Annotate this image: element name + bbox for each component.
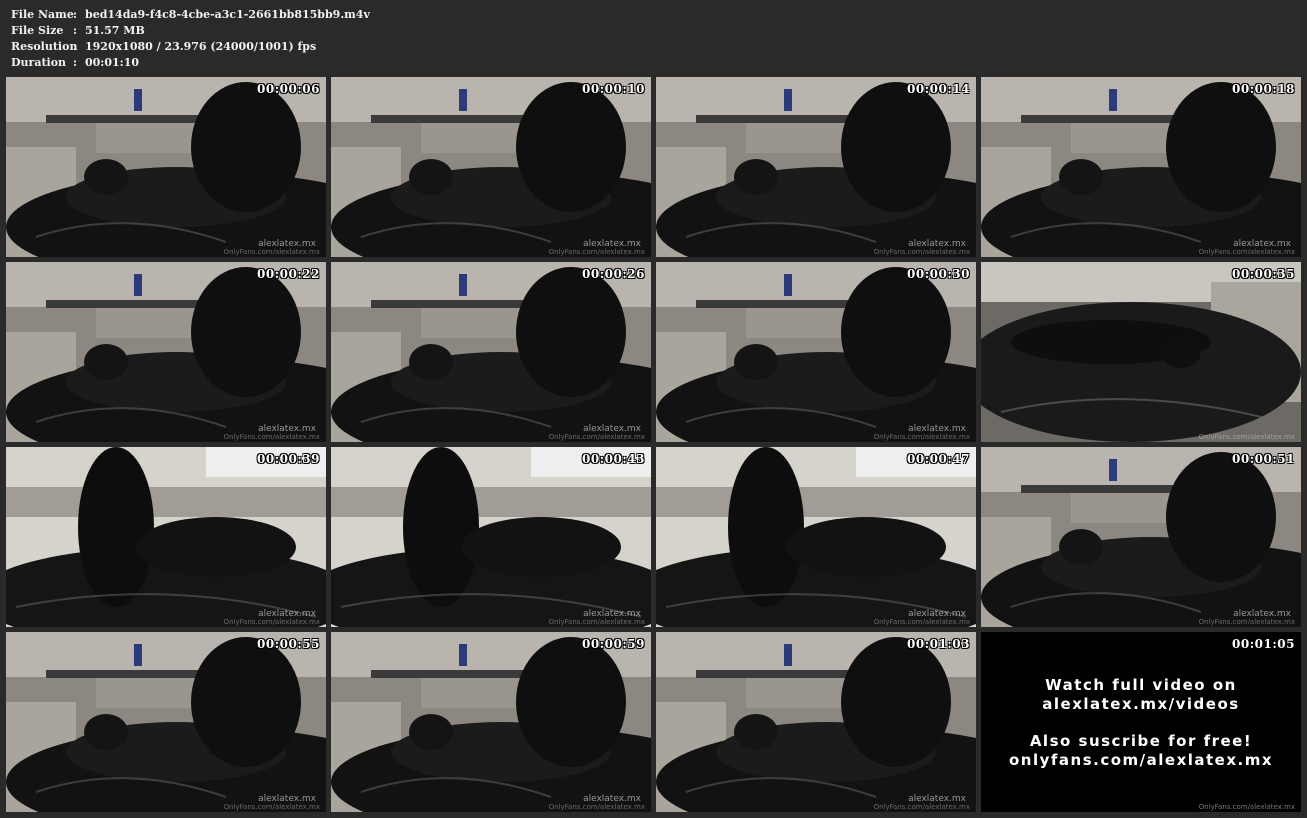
thumbnail-timestamp: 00:00:26 xyxy=(582,267,645,281)
frame-image xyxy=(6,447,326,627)
thumbnail-timestamp: 00:00:06 xyxy=(257,82,320,96)
thumbnail-timestamp: 00:00:22 xyxy=(257,267,320,281)
frame-image xyxy=(331,77,651,257)
video-thumbnail: 00:00:26 alexlatex.mx OnlyFans.com/alexlat… xyxy=(331,262,651,442)
watermark-url: OnlyFans.com/alexlatex.mx xyxy=(223,803,320,811)
watermark-url: OnlyFans.com/alexlatex.mx xyxy=(873,618,970,626)
frame-image xyxy=(331,447,651,627)
watermark-url: OnlyFans.com/alexlatex.mx xyxy=(548,433,645,441)
watermark-url: OnlyFans.com/alexlatex.mx xyxy=(223,433,320,441)
thumbnail-grid: 00:00:06 alexlatex.mx OnlyFans.com/alexlat… xyxy=(6,77,1302,813)
info-key: File Size xyxy=(11,24,64,37)
video-thumbnail: 00:00:30 alexlatex.mx OnlyFans.com/alexlat… xyxy=(656,262,976,442)
watermark-url: OnlyFans.com/alexlatex.mx xyxy=(548,803,645,811)
watermark-url: OnlyFans.com/alexlatex.mx xyxy=(1198,618,1295,626)
frame-image xyxy=(6,262,326,442)
frame-image xyxy=(331,262,651,442)
watermark-url: OnlyFans.com/alexlatex.mx xyxy=(548,248,645,256)
promo-line-watch: Watch full video on xyxy=(1045,676,1237,694)
thumbnail-timestamp: 00:00:30 xyxy=(907,267,970,281)
thumbnail-timestamp: 00:01:03 xyxy=(907,637,970,651)
info-separator: : xyxy=(73,8,78,21)
frame-image xyxy=(6,632,326,812)
promo-line-videos-url: alexlatex.mx/videos xyxy=(1042,695,1240,713)
video-thumbnail: 00:00:14 alexlatex.mx OnlyFans.com/alexlat… xyxy=(656,77,976,257)
watermark-url: OnlyFans.com/alexlatex.mx xyxy=(873,803,970,811)
frame-image xyxy=(656,262,976,442)
frame-image xyxy=(656,632,976,812)
thumbnail-timestamp: 00:00:10 xyxy=(582,82,645,96)
frame-image xyxy=(981,77,1301,257)
info-value: 1920x1080 / 23.976 (24000/1001) fps xyxy=(85,40,317,53)
thumbnail-timestamp: 00:00:43 xyxy=(582,452,645,466)
thumbnail-timestamp: 00:00:18 xyxy=(1232,82,1295,96)
thumbnail-timestamp: 00:00:14 xyxy=(907,82,970,96)
info-row-file-size: File Size : 51.57 MB xyxy=(11,23,370,39)
video-thumbnail: 00:00:22 alexlatex.mx OnlyFans.com/alexlat… xyxy=(6,262,326,442)
thumbnail-timestamp: 00:00:59 xyxy=(582,637,645,651)
info-value: bed14da9-f4c8-4cbe-a3c1-2661bb815bb9.m4v xyxy=(85,8,370,21)
thumbnail-timestamp: 00:00:47 xyxy=(907,452,970,466)
thumbnail-timestamp: 00:00:39 xyxy=(257,452,320,466)
frame-image xyxy=(981,447,1301,627)
thumbnail-timestamp: 00:00:55 xyxy=(257,637,320,651)
info-separator: : xyxy=(73,24,78,37)
info-row-file-name: File Name : bed14da9-f4c8-4cbe-a3c1-2661… xyxy=(11,7,370,23)
frame-image xyxy=(656,447,976,627)
contact-sheet: File Name : bed14da9-f4c8-4cbe-a3c1-2661… xyxy=(0,0,1307,818)
video-thumbnail: 00:00:10 alexlatex.mx OnlyFans.com/alexlat… xyxy=(331,77,651,257)
watermark-url: OnlyFans.com/alexlatex.mx xyxy=(1198,248,1295,256)
video-thumbnail: 00:00:59 alexlatex.mx OnlyFans.com/alexlat… xyxy=(331,632,651,812)
frame-image xyxy=(331,632,651,812)
video-thumbnail: 00:00:06 alexlatex.mx OnlyFans.com/alexlat… xyxy=(6,77,326,257)
video-thumbnail: 00:00:35 OnlyFans.com/alexlatex.mx xyxy=(981,262,1301,442)
video-thumbnail: 00:00:18 alexlatex.mx OnlyFans.com/alexlat… xyxy=(981,77,1301,257)
frame-image xyxy=(6,77,326,257)
info-key: Resolution xyxy=(11,40,78,53)
watermark-url: OnlyFans.com/alexlatex.mx xyxy=(223,618,320,626)
info-key: Duration xyxy=(11,56,67,69)
video-thumbnail: 00:00:55 alexlatex.mx OnlyFans.com/alexlat… xyxy=(6,632,326,812)
info-separator: : xyxy=(73,40,78,53)
file-info-panel: File Name : bed14da9-f4c8-4cbe-a3c1-2661… xyxy=(11,7,370,71)
info-separator: : xyxy=(73,56,78,69)
video-thumbnail: 00:00:43 alexlatex.mx OnlyFans.com/alexlat… xyxy=(331,447,651,627)
frame-image xyxy=(656,77,976,257)
info-value: 51.57 MB xyxy=(85,24,145,37)
promo-tile: 00:01:05 Watch full video on alexlatex.mx/… xyxy=(981,632,1301,812)
promo-line-onlyfans-url: onlyfans.com/alexlatex.mx xyxy=(1008,751,1274,769)
info-row-duration: Duration : 00:01:10 xyxy=(11,55,370,71)
promo-text: Watch full video on alexlatex.mx/videos Al… xyxy=(981,676,1301,770)
thumbnail-timestamp: 00:00:51 xyxy=(1232,452,1295,466)
frame-image xyxy=(981,262,1301,442)
watermark-url: OnlyFans.com/alexlatex.mx xyxy=(1198,433,1295,441)
video-thumbnail: 00:00:39 alexlatex.mx OnlyFans.com/alexlat… xyxy=(6,447,326,627)
watermark-url: OnlyFans.com/alexlatex.mx xyxy=(223,248,320,256)
watermark-url: OnlyFans.com/alexlatex.mx xyxy=(1198,803,1295,811)
info-key: File Name xyxy=(11,8,74,21)
info-row-resolution: Resolution : 1920x1080 / 23.976 (24000/1… xyxy=(11,39,370,55)
video-thumbnail: 00:00:47 alexlatex.mx OnlyFans.com/alexlat… xyxy=(656,447,976,627)
promo-line-subscribe: Also suscribe for free! xyxy=(1029,732,1253,750)
watermark-url: OnlyFans.com/alexlatex.mx xyxy=(873,433,970,441)
info-value: 00:01:10 xyxy=(85,56,140,69)
video-thumbnail: 00:00:51 alexlatex.mx OnlyFans.com/alexlat… xyxy=(981,447,1301,627)
video-thumbnail: 00:01:03 alexlatex.mx OnlyFans.com/alexlat… xyxy=(656,632,976,812)
thumbnail-timestamp: 00:00:35 xyxy=(1232,267,1295,281)
watermark-url: OnlyFans.com/alexlatex.mx xyxy=(873,248,970,256)
watermark-url: OnlyFans.com/alexlatex.mx xyxy=(548,618,645,626)
thumbnail-timestamp: 00:01:05 xyxy=(1232,637,1295,651)
